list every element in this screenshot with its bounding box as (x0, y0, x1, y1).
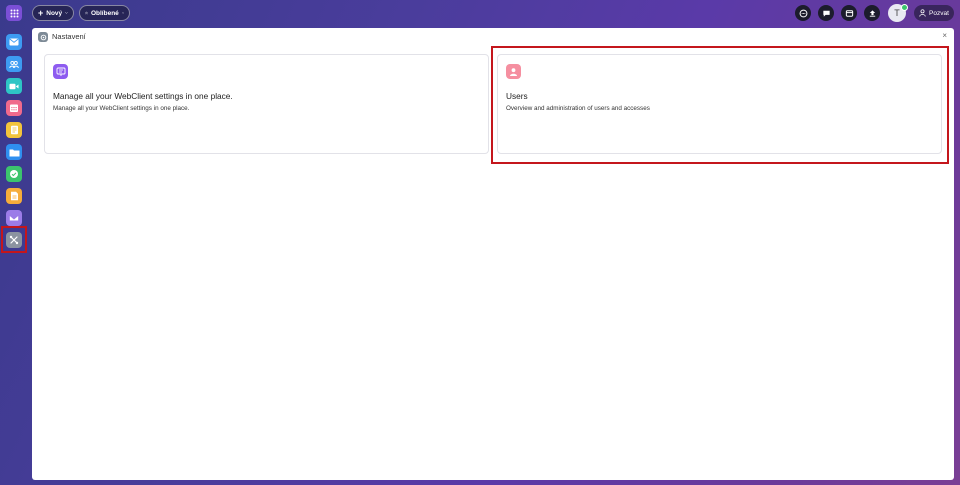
calendar-icon[interactable] (6, 100, 22, 116)
mail-icon[interactable] (6, 34, 22, 50)
star-icon (85, 11, 88, 15)
documents-icon[interactable] (6, 188, 22, 204)
tasks-icon[interactable] (6, 166, 22, 182)
settings-window: Nastavení × Manage all your WebClient se… (32, 28, 954, 480)
close-icon[interactable]: × (942, 31, 947, 40)
notes-icon[interactable] (6, 122, 22, 138)
files-icon[interactable] (6, 144, 22, 160)
card-general-settings[interactable]: Manage all your WebClient settings in on… (44, 54, 489, 154)
top-bar: + Nový Oblíbené T Pozvat (0, 0, 960, 26)
window-title: Nastavení (52, 32, 86, 41)
invite-button[interactable]: Pozvat (914, 5, 954, 21)
settings-panel-icon (53, 64, 68, 79)
message-icon[interactable] (818, 5, 834, 21)
apps-grid-icon[interactable] (6, 5, 22, 21)
contacts-icon[interactable] (6, 56, 22, 72)
favorites-label: Oblíbené (90, 9, 119, 17)
inbox-icon[interactable] (6, 210, 22, 226)
new-button[interactable]: + Nový (32, 5, 74, 21)
chat-icon[interactable] (795, 5, 811, 21)
favorites-button[interactable]: Oblíbené (79, 5, 130, 21)
sidebar-highlight-box (1, 226, 27, 253)
window-header: Nastavení × (32, 28, 954, 46)
card-description: Manage all your WebClient settings in on… (53, 105, 190, 112)
user-icon (919, 9, 926, 17)
upload-icon[interactable] (864, 5, 880, 21)
chevron-down-icon (121, 12, 124, 14)
video-icon[interactable] (6, 78, 22, 94)
window-icon[interactable] (841, 5, 857, 21)
users-highlight-box (491, 46, 949, 164)
plus-icon: + (38, 7, 44, 18)
invite-label: Pozvat (929, 9, 949, 17)
card-title: Manage all your WebClient settings in on… (53, 91, 233, 101)
chevron-down-icon (65, 12, 68, 14)
settings-icon (38, 32, 48, 42)
online-status-dot (901, 4, 908, 11)
new-label: Nový (46, 9, 63, 17)
